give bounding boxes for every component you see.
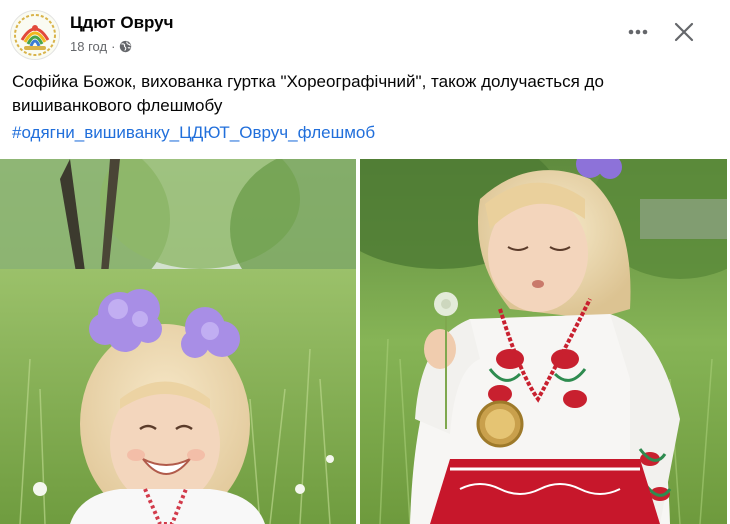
photo-dandelion-girl-image xyxy=(360,159,727,524)
more-horizontal-icon xyxy=(628,29,648,35)
post-text: Софійка Божок, вихованка гуртка "Хореогр… xyxy=(12,70,702,118)
close-icon xyxy=(674,22,694,42)
page-name-link[interactable]: Цдют Овруч xyxy=(70,13,174,33)
page-avatar[interactable] xyxy=(10,10,60,60)
post-text-line: вишиванкового флешмобу xyxy=(12,96,223,115)
facebook-post: Цдют Овруч 18 год · Софійка Божок, вихов… xyxy=(0,0,730,524)
photo-smiling-girl-image xyxy=(0,159,356,524)
page-logo-icon xyxy=(11,11,59,59)
post-text-line: Софійка Божок, вихованка гуртка "Хореогр… xyxy=(12,72,604,91)
post-timestamp[interactable]: 18 год xyxy=(70,39,107,54)
post-meta: 18 год · xyxy=(70,39,132,54)
more-options-button[interactable] xyxy=(620,14,656,50)
globe-icon[interactable] xyxy=(119,40,132,53)
photo-left[interactable] xyxy=(0,159,356,524)
hashtag-link[interactable]: #одягни_вишиванку_ЦДЮТ_Овруч_флешмоб xyxy=(12,121,375,145)
close-button[interactable] xyxy=(666,14,702,50)
photo-right[interactable] xyxy=(360,159,727,524)
meta-separator: · xyxy=(111,39,116,54)
